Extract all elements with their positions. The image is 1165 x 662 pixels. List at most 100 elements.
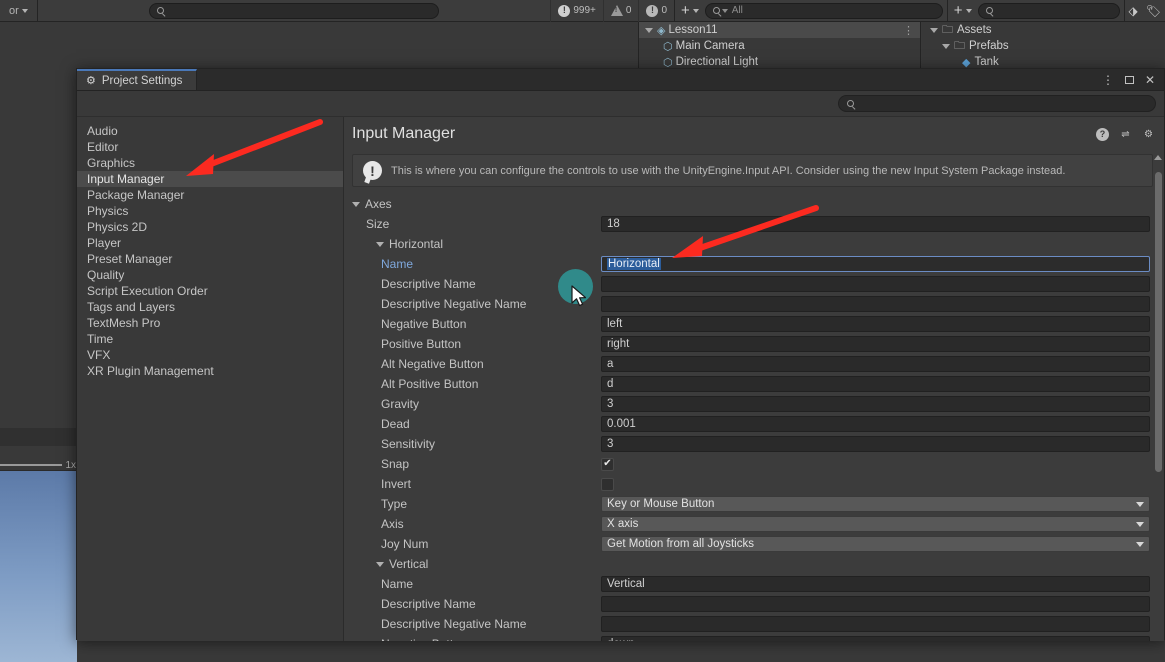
descriptive-name-input[interactable] <box>601 276 1150 292</box>
property-row-vertical-name[interactable]: Name Vertical <box>344 574 1164 594</box>
toolbar-left-dropdown[interactable]: or <box>0 0 37 22</box>
hierarchy-add-button[interactable]: + <box>675 3 705 18</box>
property-row-negative-button[interactable]: Negative Button left <box>344 314 1164 334</box>
close-icon[interactable]: ✕ <box>1145 73 1155 87</box>
help-icon[interactable]: ? <box>1096 127 1109 141</box>
sidebar-item-physics-2d[interactable]: Physics 2D <box>77 219 343 235</box>
console-info-counter[interactable]: ! 0 <box>638 0 674 22</box>
property-row-alt-negative-button[interactable]: Alt Negative Button a <box>344 354 1164 374</box>
sidebar-item-vfx[interactable]: VFX <box>77 347 343 363</box>
scrollbar-thumb[interactable] <box>1155 172 1162 472</box>
snap-checkbox[interactable]: ✔ <box>601 457 614 471</box>
hierarchy-item-main-camera[interactable]: ⬡ Main Camera <box>639 38 920 54</box>
alt-positive-button-input[interactable]: d <box>601 376 1150 392</box>
tab-project-settings[interactable]: ⚙ Project Settings <box>77 69 198 90</box>
property-row-name[interactable]: Name Horizontal <box>344 254 1164 274</box>
property-label: Negative Button <box>381 317 467 331</box>
property-row-dead[interactable]: Dead 0.001 <box>344 414 1164 434</box>
sidebar-item-quality[interactable]: Quality <box>77 267 343 283</box>
alt-negative-button-input[interactable]: a <box>601 356 1150 372</box>
property-row-descriptive-negative-name[interactable]: Descriptive Negative Name <box>344 294 1164 314</box>
vertical-negative-button-input[interactable]: down <box>601 636 1150 641</box>
property-row-horizontal[interactable]: Horizontal <box>344 234 1164 254</box>
property-row-sensitivity[interactable]: Sensitivity 3 <box>344 434 1164 454</box>
sidebar-item-textmesh-pro[interactable]: TextMesh Pro <box>77 315 343 331</box>
name-input[interactable]: Horizontal <box>601 256 1150 272</box>
console-info-count: 0 <box>661 5 667 16</box>
settings-search-input[interactable] <box>838 95 1156 112</box>
vertical-descriptive-negative-name-input[interactable] <box>601 616 1150 632</box>
property-label: Sensitivity <box>381 437 436 451</box>
negative-button-input[interactable]: left <box>601 316 1150 332</box>
property-row-positive-button[interactable]: Positive Button right <box>344 334 1164 354</box>
descriptive-negative-name-input[interactable] <box>601 296 1150 312</box>
sidebar-item-time[interactable]: Time <box>77 331 343 347</box>
sidebar-item-input-manager[interactable]: Input Manager <box>77 171 343 187</box>
project-settings-search-row <box>77 91 1164 117</box>
project-item-prefabs[interactable]: 🗀 Prefabs <box>922 38 1165 54</box>
property-row-vertical-descriptive-name[interactable]: Descriptive Name <box>344 594 1164 614</box>
sidebar-item-audio[interactable]: Audio <box>77 123 343 139</box>
foldout-triangle-icon[interactable] <box>376 561 384 567</box>
property-row-alt-positive-button[interactable]: Alt Positive Button d <box>344 374 1164 394</box>
preset-icon[interactable]: ⇌ <box>1119 128 1132 141</box>
property-row-joy-num[interactable]: Joy Num Get Motion from all Joysticks <box>344 534 1164 554</box>
joy-num-dropdown[interactable]: Get Motion from all Joysticks <box>601 536 1150 552</box>
hierarchy-search-input[interactable]: All <box>704 2 943 19</box>
axis-dropdown[interactable]: X axis <box>601 516 1150 532</box>
foldout-triangle-icon[interactable] <box>376 241 384 247</box>
property-row-axis[interactable]: Axis X axis <box>344 514 1164 534</box>
hierarchy-scene-menu-icon[interactable]: ⋮ <box>903 24 920 37</box>
project-panel: 🗀 Assets 🗀 Prefabs ◆ Tank <box>922 22 1165 70</box>
sidebar-item-label: VFX <box>87 348 111 362</box>
maximize-icon[interactable] <box>1124 75 1134 84</box>
sidebar-item-label: Editor <box>87 140 119 154</box>
property-row-axes[interactable]: Axes <box>344 194 1164 214</box>
sidebar-item-tags-and-layers[interactable]: Tags and Layers <box>77 299 343 315</box>
project-search-input[interactable] <box>977 2 1120 19</box>
scroll-up-icon[interactable] <box>1154 155 1162 160</box>
console-search-input[interactable] <box>149 2 440 19</box>
console-warning-counter[interactable]: 0 <box>602 0 639 22</box>
error-icon: ! <box>558 4 571 17</box>
project-add-button[interactable]: + <box>948 3 978 18</box>
project-filter-by-type-button[interactable]: ⬗ <box>1125 0 1142 22</box>
size-input[interactable]: 18 <box>601 216 1150 232</box>
gravity-input[interactable]: 3 <box>601 396 1150 412</box>
chevron-down-icon <box>1136 521 1144 527</box>
property-row-descriptive-name[interactable]: Descriptive Name <box>344 274 1164 294</box>
console-error-counter[interactable]: ! 999+ <box>550 0 603 22</box>
console-counters: ! 999+ 0 ! 0 <box>550 0 674 22</box>
gear-icon[interactable]: ⚙ <box>1142 128 1155 141</box>
sidebar-item-player[interactable]: Player <box>77 235 343 251</box>
property-row-size[interactable]: Size 18 <box>344 214 1164 234</box>
hierarchy-item-lesson11[interactable]: ◈ Lesson11 ⋮ <box>639 22 920 38</box>
sidebar-item-editor[interactable]: Editor <box>77 139 343 155</box>
vertical-descriptive-name-input[interactable] <box>601 596 1150 612</box>
invert-checkbox[interactable] <box>601 477 614 491</box>
sidebar-item-xr-plugin-management[interactable]: XR Plugin Management <box>77 363 343 379</box>
sidebar-item-graphics[interactable]: Graphics <box>77 155 343 171</box>
content-scrollbar[interactable] <box>1154 162 1163 640</box>
dead-input[interactable]: 0.001 <box>601 416 1150 432</box>
property-row-invert[interactable]: Invert <box>344 474 1164 494</box>
positive-button-input[interactable]: right <box>601 336 1150 352</box>
property-row-gravity[interactable]: Gravity 3 <box>344 394 1164 414</box>
sidebar-item-physics[interactable]: Physics <box>77 203 343 219</box>
property-label: Alt Negative Button <box>381 357 484 371</box>
search-icon <box>712 7 720 14</box>
vertical-name-input[interactable]: Vertical <box>601 576 1150 592</box>
sidebar-item-preset-manager[interactable]: Preset Manager <box>77 251 343 267</box>
sensitivity-input[interactable]: 3 <box>601 436 1150 452</box>
window-menu-icon[interactable]: ⋮ <box>1102 73 1114 87</box>
foldout-triangle-icon[interactable] <box>352 201 360 207</box>
property-row-vertical[interactable]: Vertical <box>344 554 1164 574</box>
sidebar-item-script-execution-order[interactable]: Script Execution Order <box>77 283 343 299</box>
type-dropdown[interactable]: Key or Mouse Button <box>601 496 1150 512</box>
property-row-type[interactable]: Type Key or Mouse Button <box>344 494 1164 514</box>
property-row-snap[interactable]: Snap ✔ <box>344 454 1164 474</box>
sidebar-item-package-manager[interactable]: Package Manager <box>77 187 343 203</box>
sidebar-item-label: Physics 2D <box>87 220 148 234</box>
project-filter-by-label-button[interactable]: 🏷 <box>1142 0 1165 22</box>
property-row-vertical-descriptive-negative-name[interactable]: Descriptive Negative Name <box>344 614 1164 634</box>
